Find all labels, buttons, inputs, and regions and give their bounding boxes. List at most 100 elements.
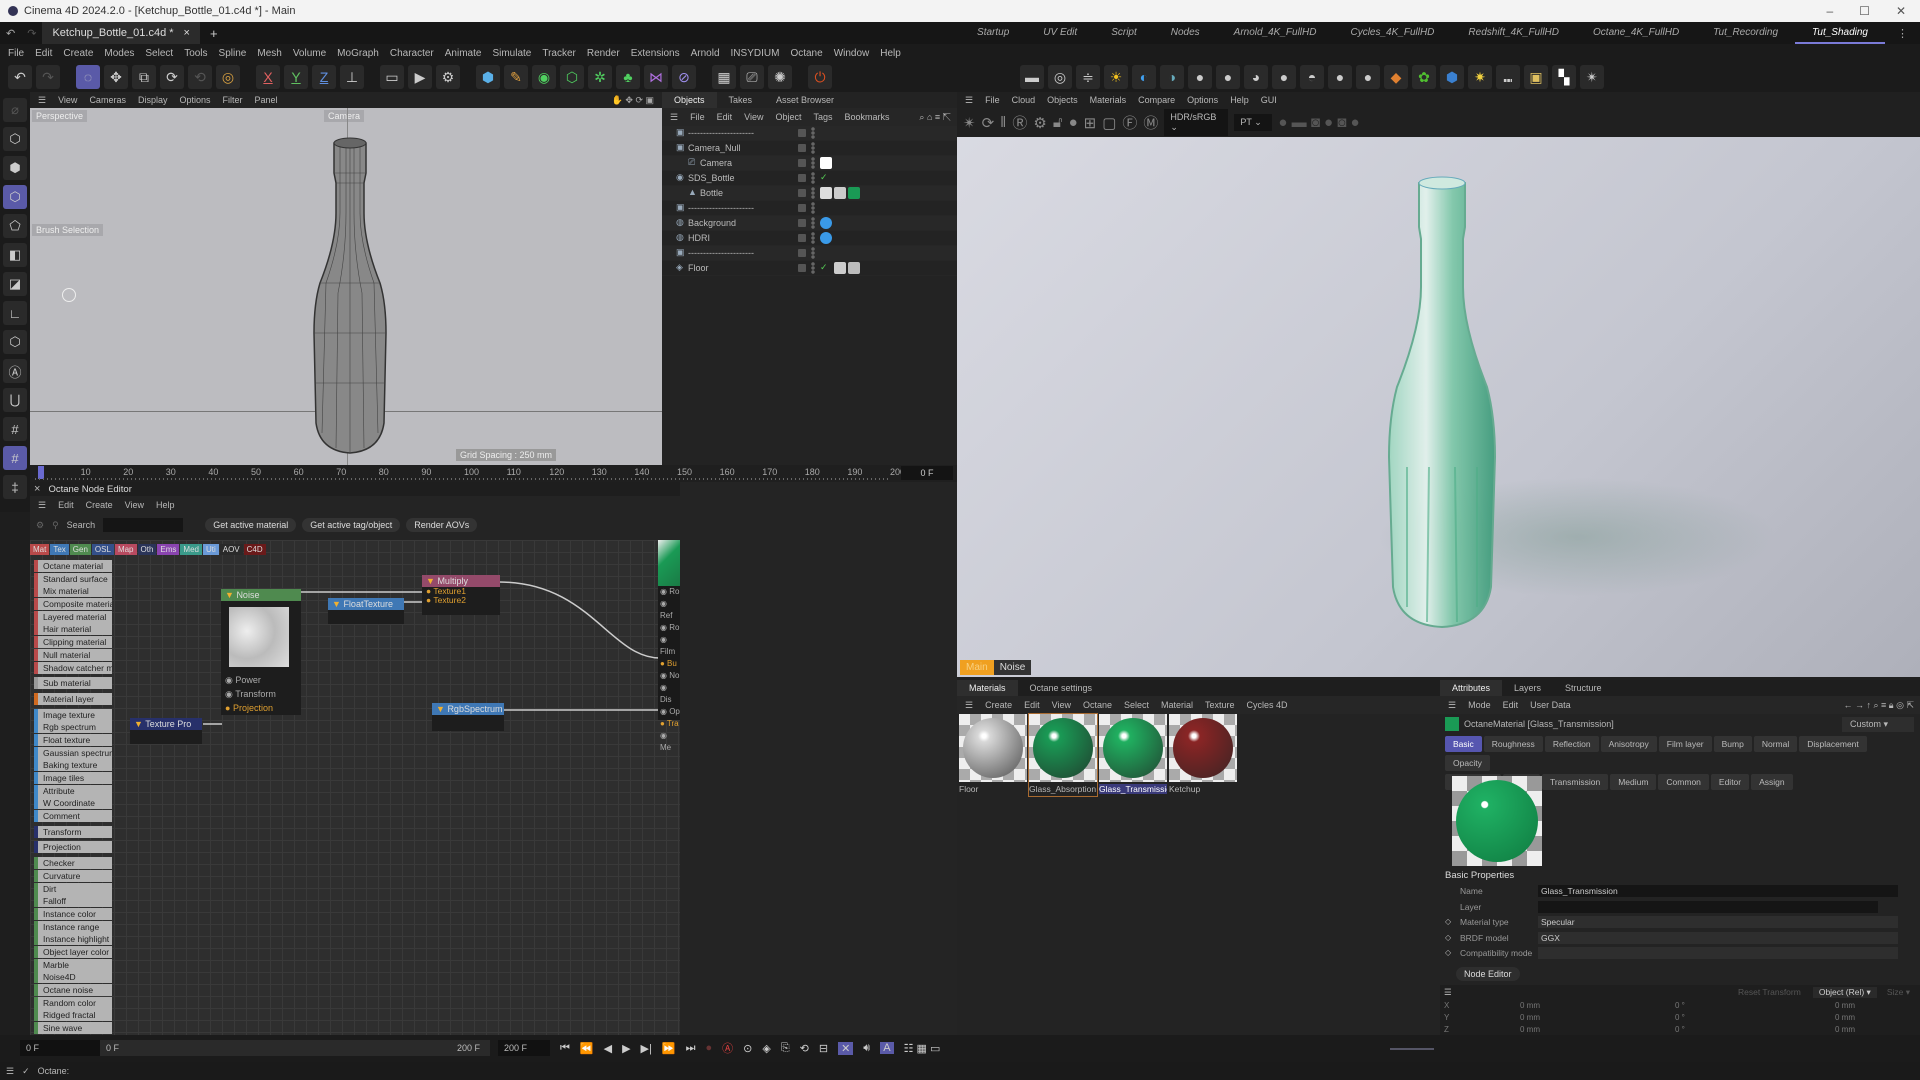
- animate-toggle-icon[interactable]: ◇: [1445, 933, 1451, 942]
- editor-render-dots[interactable]: [811, 247, 815, 259]
- materials-menu-cycles-4d[interactable]: Cycles 4D: [1247, 700, 1288, 710]
- octane-checker-icon[interactable]: ▚: [1552, 65, 1576, 89]
- light-icon[interactable]: ✺: [768, 65, 792, 89]
- viewport-nav-icons[interactable]: ✋ ✥ ⟳ ▣: [612, 95, 662, 106]
- visibility-toggle[interactable]: [798, 204, 806, 212]
- color-space-select[interactable]: HDR/sRGB ⌄: [1164, 109, 1229, 136]
- pass-noise[interactable]: Noise: [993, 660, 1032, 675]
- menu-create[interactable]: Create: [63, 48, 93, 59]
- subtab-editor[interactable]: Editor: [1710, 774, 1750, 790]
- objects-menu-object[interactable]: Object: [775, 112, 801, 122]
- menu-spline[interactable]: Spline: [219, 48, 247, 59]
- object-row[interactable]: ◍ Background: [662, 216, 957, 231]
- layout-tab-arnold-4k-fullhd[interactable]: Arnold_4K_FullHD: [1217, 22, 1334, 44]
- material-pick-icon[interactable]: Ⓜ: [1143, 112, 1158, 133]
- menu-simulate[interactable]: Simulate: [492, 48, 531, 59]
- live-viewer-menu-file[interactable]: File: [985, 95, 1000, 105]
- editor-render-dots[interactable]: [811, 172, 815, 184]
- current-frame-field[interactable]: 0 F: [901, 466, 953, 480]
- objects-menu-file[interactable]: File: [690, 112, 705, 122]
- materials-menu-view[interactable]: View: [1052, 700, 1071, 710]
- last-tool-icon[interactable]: ⟲: [188, 65, 212, 89]
- menu-window[interactable]: Window: [834, 48, 870, 59]
- animate-toggle-icon[interactable]: ◇: [1445, 948, 1451, 957]
- environment-tag-icon[interactable]: [820, 217, 832, 229]
- octane-light-rays-icon[interactable]: ✷: [1468, 65, 1492, 89]
- menu-render[interactable]: Render: [587, 48, 620, 59]
- next-frame-icon[interactable]: ▶|: [641, 1042, 652, 1055]
- editor-render-dots[interactable]: [811, 217, 815, 229]
- object-row[interactable]: ▲ Bottle: [662, 186, 957, 201]
- material-input-port[interactable]: ◉ Op: [660, 706, 680, 718]
- pass-main[interactable]: Main: [960, 660, 994, 675]
- undo-icon[interactable]: ↶: [0, 27, 21, 40]
- viewport-menu-options[interactable]: Options: [179, 95, 210, 105]
- live-viewer-menu-materials[interactable]: Materials: [1090, 95, 1127, 105]
- material-input-port[interactable]: ◉ Film: [660, 634, 680, 658]
- texture-mode-icon[interactable]: ⬢: [3, 156, 27, 180]
- add-region-icon[interactable]: ⊞: [1084, 114, 1097, 132]
- end-frame-input[interactable]: 200 F: [498, 1040, 550, 1056]
- select-tool-icon[interactable]: ◌: [76, 65, 100, 89]
- viewport-menu-panel[interactable]: Panel: [255, 95, 278, 105]
- objects-menu-edit[interactable]: Edit: [717, 112, 733, 122]
- material-glass-absorption[interactable]: Glass_Absorption: [1028, 713, 1098, 797]
- points-mode-icon[interactable]: ⬠: [3, 214, 27, 238]
- y-axis-button[interactable]: Y: [284, 65, 308, 89]
- prev-key-icon[interactable]: ⏪: [580, 1042, 594, 1055]
- attributes-nav-icons[interactable]: ← → ↑ ⌕ ≡ 🔒︎ ◎ ⇱: [1844, 700, 1920, 711]
- coord-size-field[interactable]: 0 mm: [1835, 1001, 1855, 1010]
- layout-tab-octane-4k-fullhd[interactable]: Octane_4K_FullHD: [1576, 22, 1696, 44]
- zoom-slider[interactable]: [1390, 1048, 1434, 1050]
- octane-specular-material-icon[interactable]: ◕: [1244, 65, 1268, 89]
- material-input-port[interactable]: ◉ No: [660, 670, 680, 682]
- focus-icon[interactable]: Ⓕ: [1122, 112, 1137, 133]
- materials-menu-create[interactable]: Create: [985, 700, 1012, 710]
- editor-render-dots[interactable]: [811, 262, 815, 274]
- render-aovs-button[interactable]: Render AOVs: [406, 518, 478, 532]
- menu-volume[interactable]: Volume: [293, 48, 326, 59]
- octane-image-icon[interactable]: ▣: [1524, 65, 1548, 89]
- rgb-spectrum-node[interactable]: ▼ RgbSpectrum: [432, 703, 504, 731]
- close-panel-icon[interactable]: ×: [34, 483, 40, 495]
- record-icon[interactable]: ●: [705, 1042, 712, 1054]
- attributes-menu-edit[interactable]: Edit: [1503, 700, 1519, 710]
- layout-tab-tut-recording[interactable]: Tut_Recording: [1696, 22, 1795, 44]
- node-editor-menu-icon[interactable]: ☰: [38, 500, 46, 511]
- menu-file[interactable]: File: [8, 48, 24, 59]
- attributes-menu-user-data[interactable]: User Data: [1530, 700, 1571, 710]
- octane-fog-icon[interactable]: ⬢: [1440, 65, 1464, 89]
- cloner-icon[interactable]: ✲: [588, 65, 612, 89]
- octane-ies-icon[interactable]: ≑: [1076, 65, 1100, 89]
- solo-icon[interactable]: Ⓐ: [3, 359, 27, 383]
- menu-tools[interactable]: Tools: [184, 48, 207, 59]
- reset-transform-button[interactable]: Reset Transform: [1738, 987, 1801, 997]
- preset-select[interactable]: Custom ▾: [1842, 716, 1914, 732]
- coord-size-field[interactable]: 0 mm: [1835, 1025, 1855, 1034]
- pen-icon[interactable]: ✎: [504, 65, 528, 89]
- material-tag-icon[interactable]: [848, 187, 860, 199]
- editor-render-dots[interactable]: [811, 157, 815, 169]
- materials-menu-texture[interactable]: Texture: [1205, 700, 1235, 710]
- tab-layers[interactable]: Layers: [1502, 680, 1553, 696]
- prop-compatibility-mode-select[interactable]: [1538, 947, 1898, 959]
- new-tab-button[interactable]: +: [200, 26, 228, 41]
- objects-menu-icon[interactable]: ☰: [670, 112, 678, 123]
- texture-tag-icon[interactable]: [820, 187, 832, 199]
- send-scene-icon[interactable]: ✴: [963, 114, 976, 132]
- octane-logo-icon[interactable]: ⏻: [808, 65, 832, 89]
- redo-icon[interactable]: ↷: [21, 27, 42, 40]
- field-icon[interactable]: ⋈: [644, 65, 668, 89]
- viewport-menu-view[interactable]: View: [58, 95, 77, 105]
- coords-menu-icon[interactable]: ☰: [1440, 987, 1452, 998]
- view-name-label[interactable]: Perspective: [32, 110, 88, 122]
- close-tab-icon[interactable]: ×: [184, 27, 190, 39]
- object-row[interactable]: ◉ SDS_Bottle ✓: [662, 171, 957, 186]
- workplane-icon[interactable]: #: [3, 417, 27, 441]
- node-editor-menu-edit[interactable]: Edit: [58, 500, 74, 510]
- visibility-toggle[interactable]: [798, 234, 806, 242]
- subtab-bump[interactable]: Bump: [1713, 736, 1752, 752]
- octane-diffuse-material-icon[interactable]: ●: [1188, 65, 1212, 89]
- magnet-icon[interactable]: ⚲: [52, 520, 59, 531]
- port-projection[interactable]: ● Projection: [225, 701, 301, 715]
